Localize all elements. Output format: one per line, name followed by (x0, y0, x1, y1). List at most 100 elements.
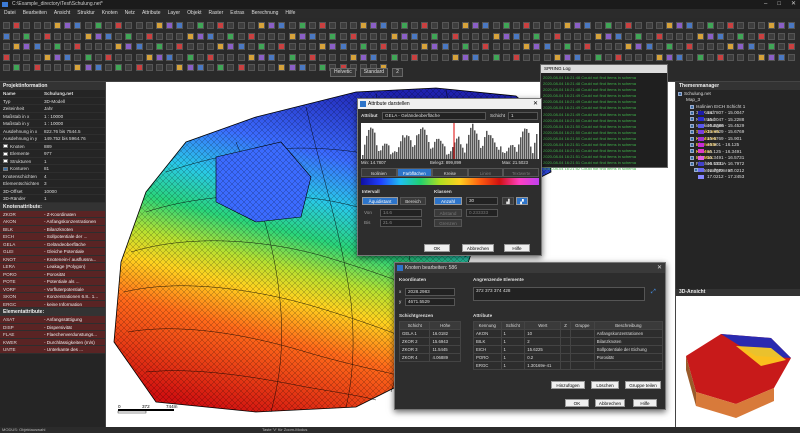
equidistant-button[interactable]: Äquidistant (362, 197, 398, 205)
help-button[interactable]: Hilfe (633, 399, 657, 407)
layer-limits-column-header[interactable]: Schicht (398, 321, 431, 330)
toolbar-button-icon[interactable] (43, 53, 51, 61)
toolbar-button-icon[interactable] (298, 53, 306, 61)
checkbox-icon[interactable] (690, 104, 694, 109)
toolbar-button-icon[interactable] (288, 64, 296, 71)
toolbar-button-icon[interactable] (635, 32, 643, 40)
toolbar-button-icon[interactable] (329, 32, 337, 40)
toolbar-button-icon[interactable] (135, 32, 143, 40)
toolbar-button-icon[interactable] (462, 22, 469, 29)
toolbar-button-icon[interactable] (380, 43, 388, 50)
menu-netz[interactable]: Netz (125, 9, 135, 18)
toolbar-button-icon[interactable] (278, 53, 286, 61)
toolbar-button-icon[interactable] (247, 64, 255, 71)
toolbar-button-icon[interactable] (757, 43, 765, 50)
toolbar-button-icon[interactable] (176, 64, 184, 71)
toolbar-button-icon[interactable] (298, 43, 306, 50)
toolbar-button-icon[interactable] (635, 22, 643, 29)
toolbar-button-icon[interactable] (574, 43, 582, 50)
node-attribute-row[interactable]: EICH - Sollpotentiale der ... (0, 233, 105, 241)
toolbar-button-icon[interactable] (349, 53, 357, 61)
toolbar-button-icon[interactable] (207, 64, 214, 71)
toolbar-button-icon[interactable] (186, 53, 194, 61)
toolbar-button-icon[interactable] (502, 22, 510, 29)
cancel-button[interactable]: Abbrechen (595, 399, 625, 407)
toolbar-button-icon[interactable] (23, 43, 31, 50)
toolbar-button-icon[interactable] (298, 22, 306, 29)
node-attribute-row[interactable]: GLEI - Gleiche Potentiale (0, 248, 105, 256)
toolbar-button-icon[interactable] (227, 53, 235, 61)
style-select[interactable]: Standard (359, 68, 389, 77)
node-attribute-cell[interactable]: 1 (500, 353, 526, 362)
node-attribute-cell[interactable]: 10 (524, 329, 562, 338)
ok-button[interactable]: OK (424, 244, 450, 252)
node-attribute-cell[interactable] (560, 345, 571, 354)
toolbar-button-icon[interactable] (135, 64, 143, 71)
toolbar-button-icon[interactable] (186, 32, 194, 40)
project-info-row[interactable]: Elemente 977 (0, 150, 105, 158)
toolbar-button-icon[interactable] (217, 43, 225, 50)
node-attribute-cell[interactable]: 15.6225 (524, 345, 562, 354)
toolbar-button-icon[interactable] (268, 64, 276, 71)
toolbar-button-icon[interactable] (23, 64, 31, 71)
toolbar-button-icon[interactable] (125, 53, 133, 61)
menu-knoten[interactable]: Knoten (102, 9, 118, 18)
node-attribute-cell[interactable] (560, 337, 571, 346)
toolbar-button-icon[interactable] (686, 43, 694, 50)
toolbar-button-icon[interactable] (135, 22, 143, 29)
toolbar-button-icon[interactable] (553, 32, 561, 40)
node-attribute-row[interactable]: AKON 1 10 Anfangskonzentrationen (473, 329, 664, 338)
toolbar-button-icon[interactable] (788, 32, 796, 40)
toolbar-button-icon[interactable] (288, 22, 296, 29)
menu-berechnung[interactable]: Berechnung (251, 9, 278, 18)
log-window[interactable]: SPRING Log 2020-08-04 16:21:48 Could not… (540, 64, 668, 171)
node-attribute-row[interactable]: SKON - Konzentrationen 6.8.. 1... (0, 293, 105, 301)
toolbar-button-icon[interactable] (655, 43, 663, 50)
toolbar-button-icon[interactable] (696, 43, 704, 50)
toolbar-button-icon[interactable] (778, 43, 786, 50)
project-info-row[interactable]: Knoten 889 (0, 143, 105, 150)
toolbar-button-icon[interactable] (390, 32, 398, 40)
to-input[interactable]: 21.6 (380, 219, 422, 227)
toolbar-button-icon[interactable] (145, 64, 153, 71)
element-attribute-row[interactable]: DISP - Dispersivität (0, 323, 105, 331)
delete-button[interactable]: Löschen (591, 381, 619, 389)
group-split-button[interactable]: Gruppe teilen (625, 381, 661, 389)
toolbar-button-icon[interactable] (747, 22, 755, 29)
node-attribute-cell[interactable]: 1.30169e-41 (524, 361, 562, 370)
toolbar-button-icon[interactable] (196, 43, 204, 50)
layer-limits-row[interactable]: ZKOR 2 15.6943 (398, 337, 461, 346)
toolbar-button-icon[interactable] (145, 43, 153, 50)
toolbar-button-icon[interactable] (115, 64, 123, 71)
toolbar-button-icon[interactable] (594, 32, 602, 40)
toolbar-button-icon[interactable] (54, 43, 61, 50)
toolbar-button-icon[interactable] (43, 43, 51, 50)
toolbar-button-icon[interactable] (625, 53, 633, 61)
toolbar-button-icon[interactable] (196, 53, 204, 61)
node-attribute-cell[interactable]: ERGC (473, 361, 502, 370)
layer-limits-cell[interactable]: ZKOR 3 (398, 345, 431, 354)
toolbar-button-icon[interactable] (105, 22, 112, 29)
node-attribute-cell[interactable]: 1 (500, 361, 526, 370)
node-attribute-column-header[interactable]: Z (560, 321, 571, 330)
toolbar-button-icon[interactable] (655, 53, 663, 61)
toolbar-button-icon[interactable] (706, 32, 714, 40)
toolbar-button-icon[interactable] (227, 64, 235, 71)
toolbar-button-icon[interactable] (492, 53, 500, 61)
node-attribute-row[interactable]: ZKOR - Z-Koordinaten (0, 210, 105, 218)
toolbar-button-icon[interactable] (757, 32, 765, 40)
toolbar-button-icon[interactable] (747, 32, 755, 40)
node-attribute-cell[interactable]: PORO (473, 353, 502, 362)
close-button[interactable]: ✕ (791, 0, 796, 9)
toolbar-button-icon[interactable] (319, 64, 327, 71)
toolbar-button-icon[interactable] (156, 43, 163, 50)
color-ramp[interactable] (361, 178, 539, 185)
project-info-row[interactable]: Typ 3D-Modell (0, 98, 105, 105)
toolbar-button-icon[interactable] (462, 53, 469, 61)
toolbar-button-icon[interactable] (268, 32, 276, 40)
toolbar-button-icon[interactable] (492, 22, 500, 29)
toolbar-button-icon[interactable] (329, 22, 337, 29)
toolbar-button-icon[interactable] (747, 53, 755, 61)
toolbar-button-icon[interactable] (615, 43, 622, 50)
toolbar-button-icon[interactable] (309, 22, 316, 29)
